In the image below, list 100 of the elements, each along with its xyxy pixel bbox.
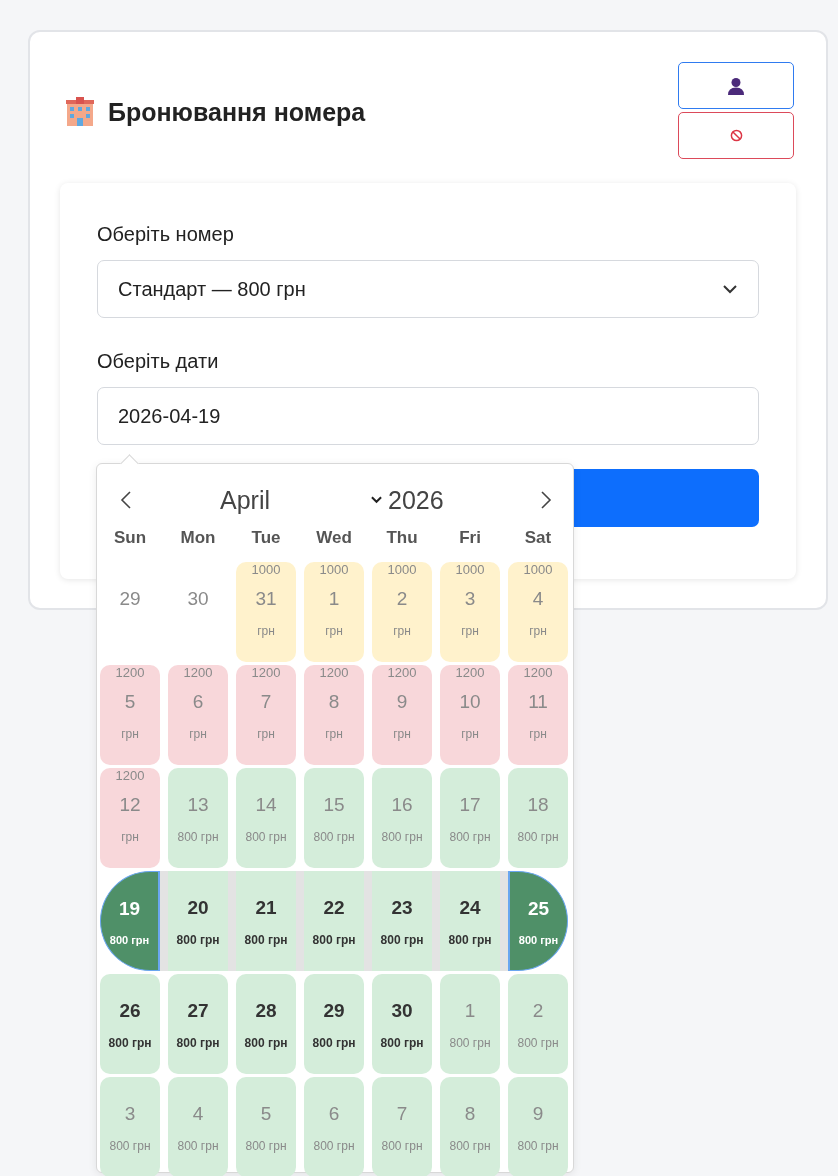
price-label: 1200 xyxy=(183,665,213,681)
price-label: 800 грн xyxy=(517,830,559,844)
day-number: 6 xyxy=(192,691,204,714)
day-number: 27 xyxy=(187,1000,209,1023)
price-label: 800 грн xyxy=(312,1036,356,1050)
price-label: 800 грн xyxy=(313,830,355,844)
day-cell[interactable]: 25 800 грн xyxy=(508,871,568,971)
price-label: 800 грн xyxy=(245,830,287,844)
day-number: 9 xyxy=(396,691,408,714)
price-label: грн xyxy=(257,727,275,741)
price-label: 800 грн xyxy=(449,830,491,844)
price-label: 800 грн xyxy=(381,830,423,844)
day-number: 19 xyxy=(118,898,141,921)
field-label: Оберіть номер xyxy=(97,223,235,246)
price-label: 800 грн xyxy=(517,1139,559,1153)
price-label: 1200 xyxy=(455,665,485,681)
price-label: 1200 xyxy=(115,665,145,681)
day-number: 29 xyxy=(323,1000,345,1023)
day-number: 16 xyxy=(391,794,413,817)
day-cell[interactable]: 26 800 грн xyxy=(100,974,160,1074)
day-number: 23 xyxy=(391,897,413,920)
day-number: 6 xyxy=(328,1103,340,1126)
chevron-left-icon[interactable] xyxy=(120,490,132,510)
day-number: 31 xyxy=(255,588,277,611)
day-cell[interactable]: 28 800 грн xyxy=(236,974,296,1074)
price-label: 800 грн xyxy=(177,1139,219,1153)
chevron-down-icon xyxy=(371,496,382,504)
day-number: 5 xyxy=(124,691,136,714)
price-label: грн xyxy=(325,624,343,638)
day-number: 9 xyxy=(532,1103,544,1126)
price-label: 800 грн xyxy=(313,1139,355,1153)
year-field[interactable]: 2026 xyxy=(388,485,444,515)
ban-icon xyxy=(729,129,743,142)
price-label: 800 грн xyxy=(109,1139,151,1153)
day-number: 8 xyxy=(328,691,340,714)
price-label: 800 грн xyxy=(108,1036,152,1050)
day-number: 1 xyxy=(328,588,340,611)
price-label: грн xyxy=(393,624,411,638)
day-cell[interactable]: 19 800 грн xyxy=(100,871,160,971)
day-number: 4 xyxy=(192,1103,204,1126)
day-number: 24 xyxy=(459,897,481,920)
user-icon xyxy=(726,75,746,96)
day-number: 2 xyxy=(532,1000,544,1023)
page-title: Бронювання номера xyxy=(108,97,366,127)
price-label: 800 грн xyxy=(381,1139,423,1153)
day-cell[interactable]: 29 800 грн xyxy=(304,974,364,1074)
price-label: 1200 xyxy=(523,665,553,681)
price-label: грн xyxy=(189,727,207,741)
price-label: грн xyxy=(529,624,547,638)
price-label: грн xyxy=(393,727,411,741)
weekday-label: Tue xyxy=(250,528,282,549)
price-label: 800 грн xyxy=(176,1036,220,1050)
price-label: грн xyxy=(257,624,275,638)
day-number: 14 xyxy=(255,794,277,817)
day-number: 7 xyxy=(260,691,272,714)
price-label: 800 грн xyxy=(380,1036,424,1050)
room-select[interactable]: Стандарт — 800 грн xyxy=(97,260,759,318)
day-number: 11 xyxy=(528,691,548,714)
day-number: 20 xyxy=(187,897,209,920)
day-number: 12 xyxy=(119,794,141,817)
price-label: грн xyxy=(461,727,479,741)
day-number: 30 xyxy=(391,1000,413,1023)
day-number: 15 xyxy=(323,794,345,817)
date-field[interactable]: 2026-04-19 xyxy=(97,387,759,445)
price-label: 1000 xyxy=(455,562,485,578)
day-number: 18 xyxy=(527,794,549,817)
price-label: 1000 xyxy=(319,562,349,578)
price-label: грн xyxy=(325,727,343,741)
day-number: 7 xyxy=(396,1103,408,1126)
weekday-label: Fri xyxy=(458,528,482,549)
weekday-label: Wed xyxy=(315,528,353,549)
price-label: 800 грн xyxy=(518,934,559,946)
profile-button[interactable] xyxy=(678,62,794,109)
price-label: 800 грн xyxy=(244,933,288,947)
day-cell[interactable]: 27 800 грн xyxy=(168,974,228,1074)
day-number: 5 xyxy=(260,1103,272,1126)
chevron-right-icon[interactable] xyxy=(540,490,552,510)
price-label: 800 грн xyxy=(448,933,492,947)
price-label: 1200 xyxy=(251,665,281,681)
price-label: 800 грн xyxy=(312,933,356,947)
price-label: 1000 xyxy=(523,562,553,578)
price-label: 800 грн xyxy=(244,1036,288,1050)
day-number: 17 xyxy=(459,794,481,817)
price-label: 800 грн xyxy=(109,934,150,946)
day-number: 29 xyxy=(119,588,141,611)
weekday-label: Thu xyxy=(385,528,419,549)
day-number: 8 xyxy=(464,1103,476,1126)
price-label: грн xyxy=(529,727,547,741)
weekday-label: Sun xyxy=(112,528,148,549)
price-label: 800 грн xyxy=(176,933,220,947)
day-number: 3 xyxy=(464,588,476,611)
price-label: 800 грн xyxy=(449,1139,491,1153)
day-cell[interactable]: 30 800 грн xyxy=(372,974,432,1074)
logout-button[interactable] xyxy=(678,112,794,159)
price-label: 1000 xyxy=(387,562,417,578)
month-select[interactable]: April xyxy=(220,485,382,515)
weekday-label: Mon xyxy=(179,528,217,549)
weekday-label: Sat xyxy=(523,528,553,549)
day-number: 4 xyxy=(532,588,544,611)
price-label: 1000 xyxy=(251,562,281,578)
